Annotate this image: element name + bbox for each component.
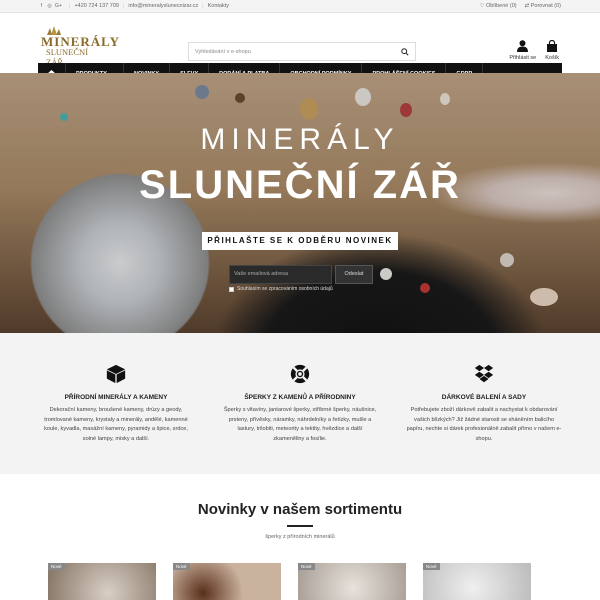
contacts-link[interactable]: Kontakty: [208, 3, 229, 9]
email-link[interactable]: info@mineralyslunecnizar.cz: [128, 3, 198, 9]
new-badge: Nové: [48, 563, 65, 570]
feature-text: Šperky s vltavíny, jantarové šperky, stř…: [223, 407, 377, 442]
section-title: Novinky v našem sortimentu: [197, 501, 403, 518]
feature-title: PŘÍRODNÍ MINERÁLY A KAMENY: [64, 394, 168, 401]
cart-label: Košík: [545, 55, 559, 61]
feature-item: PŘÍRODNÍ MINERÁLY A KAMENY Dekorační kam…: [31, 333, 201, 474]
compare-label: Porovnat (0): [530, 3, 561, 9]
dropbox-icon: [474, 364, 494, 383]
feature-text: Potřebujete zboží dárkově zabalit a nach…: [406, 407, 562, 442]
feature-item: ŠPERKY Z KAMENŮ A PŘÍRODNINY Šperky s vl…: [215, 333, 385, 474]
instagram-icon[interactable]: ◎: [47, 3, 52, 9]
new-badge: Nové: [423, 563, 440, 570]
cart-button[interactable]: Košík: [545, 40, 559, 61]
wishlist-link[interactable]: ♡ Oblíbené (0): [480, 3, 517, 9]
phone-link[interactable]: +420 724 137 709: [74, 3, 119, 9]
product-list: Nové Nové Nové Nové: [48, 563, 531, 600]
box-icon: [106, 364, 126, 384]
lifebuoy-icon: [290, 364, 310, 384]
login-label: Přihlásit se: [509, 55, 537, 61]
newsletter-heading: PŘIHLAŠTE SE K ODBĚRU NOVINEK: [202, 232, 398, 250]
consent-row: Souhlasím se zpracováním osobních údajů: [229, 286, 333, 292]
newsletter-email-input[interactable]: Vaše emailová adresa: [229, 265, 332, 284]
newsletter-form: Vaše emailová adresa Odeslat: [229, 265, 373, 284]
google-plus-icon[interactable]: G+: [55, 3, 62, 9]
shopping-bag-icon: [547, 40, 558, 52]
divider: |: [122, 3, 125, 9]
new-badge: Nové: [298, 563, 315, 570]
site-header: MINERÁLY SLUNEČNÍ ZÁŘ Vyhledávání v e-sh…: [0, 13, 600, 70]
hero-banner: MINERÁLY SLUNEČNÍ ZÁŘ PŘIHLAŠTE SE K ODB…: [0, 73, 600, 333]
compare-link[interactable]: ⇄ Porovnat (0): [525, 3, 561, 9]
search-input[interactable]: Vyhledávání v e-shopu: [188, 42, 416, 61]
feature-title: ŠPERKY Z KAMENŮ A PŘÍRODNINY: [244, 394, 356, 401]
logo[interactable]: MINERÁLY SLUNEČNÍ ZÁŘ: [41, 25, 119, 67]
feature-item: DÁRKOVÉ BALENÍ A SADY Potřebujete zboží …: [399, 333, 569, 474]
divider: |: [69, 3, 71, 9]
product-card[interactable]: Nové: [298, 563, 406, 600]
facebook-icon[interactable]: f: [39, 3, 44, 9]
product-card[interactable]: Nové: [173, 563, 281, 600]
hero-title-line-2: SLUNEČNÍ ZÁŘ: [139, 163, 461, 207]
search-icon[interactable]: [401, 47, 409, 56]
user-icon: [517, 40, 529, 52]
feature-title: DÁRKOVÉ BALENÍ A SADY: [441, 394, 527, 401]
product-card[interactable]: Nové: [423, 563, 531, 600]
top-bar: f ◎ G+ | +420 724 137 709 | info@mineral…: [0, 0, 600, 13]
features-section: PŘÍRODNÍ MINERÁLY A KAMENY Dekorační kam…: [0, 333, 600, 474]
consent-label: Souhlasím se zpracováním osobních údajů: [237, 286, 333, 292]
new-badge: Nové: [173, 563, 190, 570]
social-links: f ◎ G+: [39, 3, 62, 9]
login-button[interactable]: Přihlásit se: [509, 40, 536, 61]
feature-text: Dekorační kameny, broušené kameny, drúzy…: [44, 407, 188, 442]
consent-checkbox[interactable]: [229, 286, 234, 292]
product-card[interactable]: Nové: [48, 563, 156, 600]
title-underline: [287, 525, 313, 527]
divider: |: [202, 3, 204, 9]
search-placeholder: Vyhledávání v e-shopu: [195, 48, 251, 55]
hero-title-line-1: MINERÁLY: [200, 123, 400, 156]
newsletter-submit-button[interactable]: Odeslat: [335, 265, 373, 284]
wishlist-label: Oblíbené (0): [486, 3, 517, 9]
section-subtitle: šperky z přírodních minerálů: [265, 534, 335, 540]
